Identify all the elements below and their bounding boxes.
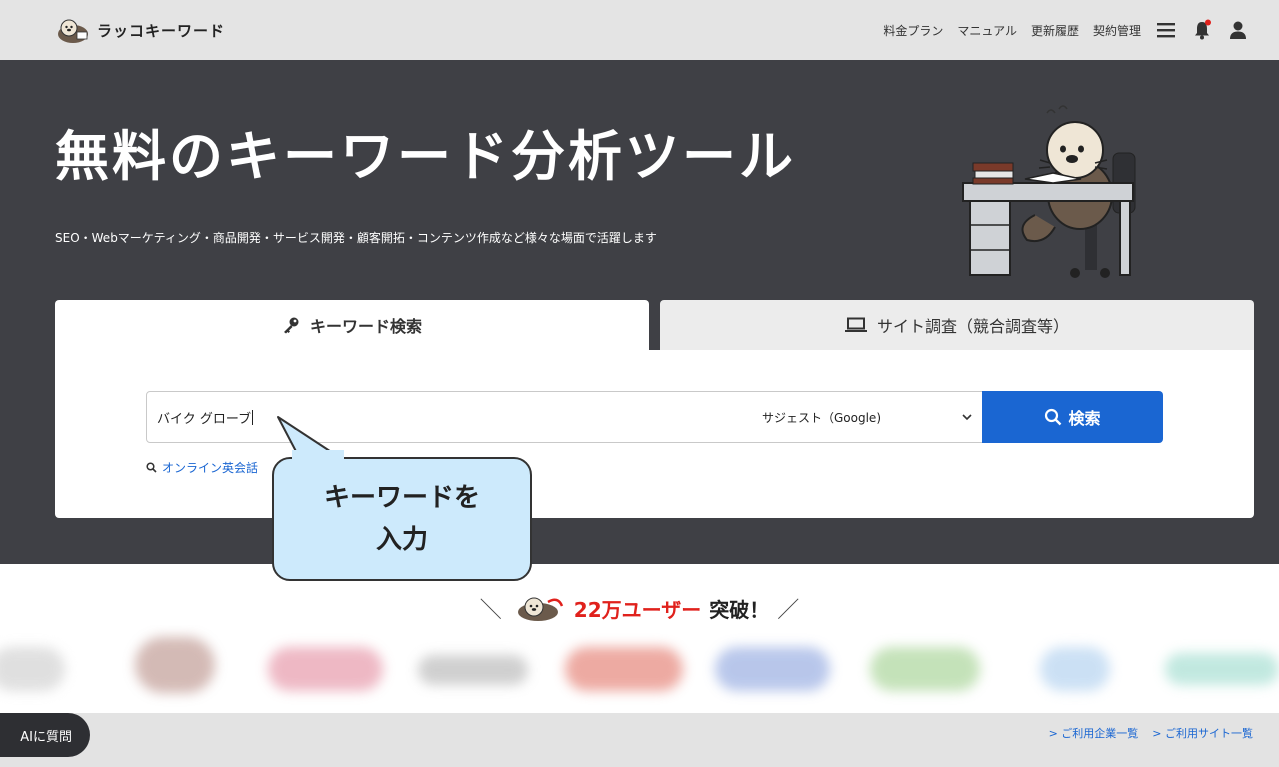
- user-count-suffix: 突破！: [709, 597, 770, 622]
- ai-question-label: AIに質問: [20, 729, 72, 745]
- menu-icon[interactable]: [1155, 19, 1177, 41]
- otter-at-desk-illustration: [962, 105, 1136, 278]
- search-button[interactable]: 検索: [982, 391, 1163, 443]
- source-select-value: サジェスト（Google): [762, 410, 881, 425]
- tab-keyword-search[interactable]: キーワード検索: [55, 300, 649, 350]
- search-icon: [1045, 408, 1062, 426]
- example-keyword-link[interactable]: オンライン英会話: [146, 459, 258, 476]
- nav-manual[interactable]: マニュアル: [957, 22, 1017, 39]
- top-bar: ラッコキーワード 料金プラン マニュアル 更新履歴 契約管理: [0, 0, 1279, 60]
- otter-logo-icon: [58, 19, 88, 43]
- keyword-input[interactable]: バイク グローブ: [146, 391, 753, 443]
- tab-site-research[interactable]: サイト調査（競合調査等）: [660, 300, 1254, 350]
- client-logo: [565, 647, 683, 691]
- decor-slash-left: ＼: [479, 598, 502, 623]
- user-count-banner: ＼ 22万ユーザー 突破！ ／: [0, 588, 1279, 628]
- tab-keyword-label: キーワード検索: [309, 317, 422, 336]
- nav-changelog[interactable]: 更新履歴: [1031, 22, 1079, 39]
- client-logo: [1165, 653, 1279, 685]
- key-icon: [283, 317, 299, 334]
- user-count: 22万ユーザー: [573, 597, 702, 622]
- hero-subtitle: SEO・Webマーケティング・商品開発・サービス開発・顧客開拓・コンテンツ作成な…: [55, 231, 657, 245]
- footer-links: > ご利用企業一覧 > ご利用サイト一覧: [1049, 725, 1253, 741]
- client-logo: [0, 647, 65, 691]
- hero-section: 無料のキーワード分析ツール SEO・Webマーケティング・商品開発・サービス開発…: [0, 60, 1279, 564]
- logo[interactable]: ラッコキーワード: [55, 14, 225, 46]
- footer-bar: AIに質問 > ご利用企業一覧 > ご利用サイト一覧: [0, 713, 1279, 767]
- nav-contract[interactable]: 契約管理: [1093, 22, 1141, 39]
- client-logos-carousel: [0, 625, 1279, 713]
- otter-small-icon: [517, 597, 563, 621]
- source-select[interactable]: サジェスト（Google): [752, 391, 983, 443]
- search-button-label: 検索: [1068, 409, 1101, 428]
- search-panel: バイク グローブ サジェスト（Google) 検索 オンライン英会話: [55, 350, 1254, 518]
- laptop-icon: [844, 317, 867, 332]
- client-logo: [418, 655, 528, 685]
- user-icon[interactable]: [1227, 19, 1249, 41]
- client-logo: [135, 637, 215, 693]
- client-logo: [1040, 647, 1110, 691]
- nav-pricing[interactable]: 料金プラン: [883, 22, 943, 39]
- logo-text: ラッコキーワード: [97, 21, 226, 40]
- callout-bubble: キーワードを 入力: [272, 457, 532, 581]
- keyword-input-value: バイク グローブ: [157, 411, 252, 427]
- header-nav: 料金プラン マニュアル 更新履歴 契約管理: [883, 0, 1249, 60]
- client-companies-link[interactable]: > ご利用企業一覧: [1049, 725, 1139, 741]
- search-small-icon: [146, 462, 157, 473]
- text-caret: [252, 409, 254, 425]
- callout-line-2: 入力: [375, 525, 428, 555]
- search-card: キーワード検索 サイト調査（競合調査等） バイク グローブ サジェスト（Goog…: [55, 300, 1254, 518]
- chevron-down-icon: [962, 414, 972, 421]
- ai-question-button[interactable]: AIに質問: [0, 713, 90, 757]
- client-logo: [715, 647, 830, 691]
- tab-site-label: サイト調査（競合調査等）: [876, 317, 1069, 336]
- hero-title: 無料のキーワード分析ツール: [55, 125, 796, 188]
- decor-slash-right: ／: [777, 598, 800, 623]
- callout-tail-cover: [292, 450, 344, 462]
- client-sites-link[interactable]: > ご利用サイト一覧: [1152, 725, 1253, 741]
- client-logo: [870, 647, 980, 691]
- example-keyword-label: オンライン英会話: [162, 461, 259, 475]
- client-logo: [268, 647, 383, 691]
- callout-line-1: キーワードを: [323, 483, 480, 513]
- bell-icon[interactable]: [1191, 19, 1213, 41]
